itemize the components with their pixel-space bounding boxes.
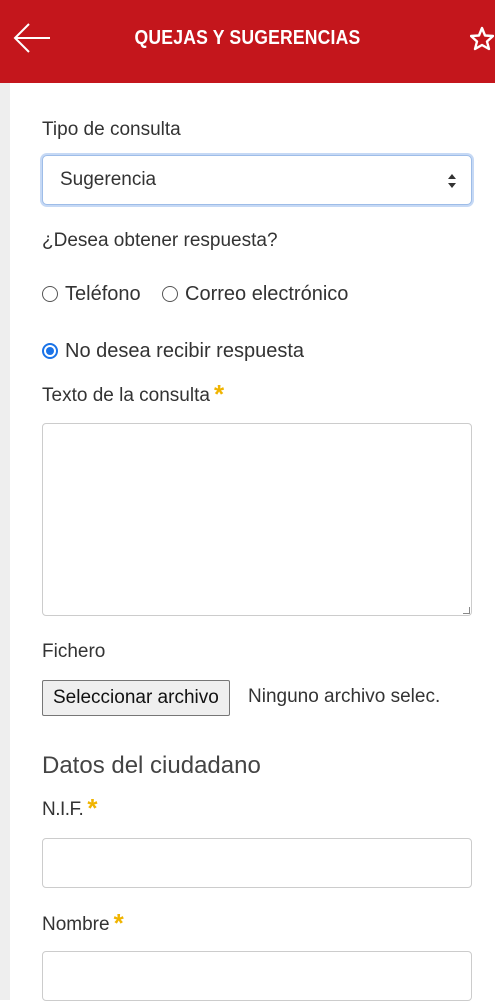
- nif-label: N.I.F. *: [42, 795, 97, 821]
- radio-option-no-respuesta[interactable]: No desea recibir respuesta: [42, 338, 304, 364]
- radio-option-telefono[interactable]: Teléfono: [42, 281, 141, 307]
- app-header: QUEJAS Y SUGERENCIAS: [0, 0, 495, 83]
- nombre-input[interactable]: [42, 951, 472, 1001]
- select-file-button[interactable]: Seleccionar archivo: [42, 680, 230, 716]
- nombre-label-text: Nombre: [42, 914, 110, 935]
- required-star: *: [113, 908, 124, 938]
- nif-label-text: N.I.F.: [42, 799, 84, 820]
- radio-no-respuesta[interactable]: [42, 343, 58, 359]
- fichero-label: Fichero: [42, 641, 106, 662]
- nombre-label: Nombre *: [42, 910, 124, 936]
- required-star: *: [87, 793, 98, 823]
- page-title: QUEJAS Y SUGERENCIAS: [134, 27, 361, 49]
- radio-no-respuesta-label: No desea recibir respuesta: [65, 339, 305, 362]
- respuesta-label: ¿Desea obtener respuesta?: [42, 230, 278, 251]
- texto-consulta-label-text: Texto de la consulta: [42, 385, 210, 406]
- radio-correo[interactable]: [162, 286, 178, 302]
- tipo-consulta-label: Tipo de consulta: [42, 119, 181, 140]
- favorite-button[interactable]: [469, 26, 495, 52]
- radio-correo-label: Correo electrónico: [185, 282, 349, 305]
- required-star: *: [213, 379, 225, 409]
- radio-option-correo[interactable]: Correo electrónico: [162, 281, 348, 307]
- tipo-consulta-value: Sugerencia: [60, 169, 157, 190]
- resize-handle[interactable]: [463, 607, 470, 614]
- texto-consulta-label: Texto de la consulta *: [42, 381, 224, 407]
- tipo-consulta-select[interactable]: Sugerencia: [42, 155, 472, 205]
- nif-input[interactable]: [42, 838, 472, 888]
- radio-telefono[interactable]: [42, 286, 58, 302]
- radio-telefono-label: Teléfono: [65, 282, 141, 305]
- texto-consulta-textarea[interactable]: [42, 423, 472, 616]
- file-status: Ninguno archivo selec.: [248, 686, 441, 707]
- sort-arrows-icon: [448, 174, 456, 188]
- page-edge: [0, 83, 10, 1000]
- ciudadano-section-title: Datos del ciudadano: [42, 752, 261, 779]
- star-outline-icon: [469, 26, 495, 51]
